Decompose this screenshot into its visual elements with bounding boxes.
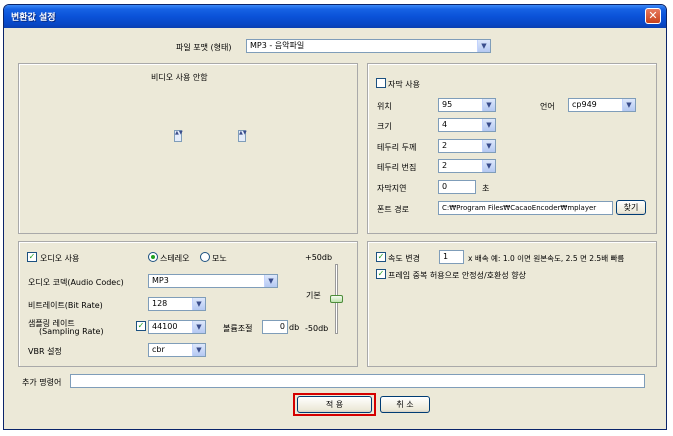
browse-button[interactable]: 찾기 bbox=[616, 200, 646, 215]
language-label: 언어 bbox=[540, 102, 555, 111]
spin-arrows-icon: ▲▼ bbox=[239, 130, 247, 136]
border-blur-select[interactable]: 2 ▼ bbox=[438, 159, 496, 173]
chevron-down-icon: ▼ bbox=[477, 40, 490, 52]
delay-label: 자막지연 bbox=[377, 184, 407, 193]
close-icon: ✕ bbox=[648, 9, 658, 22]
samplerate-checkbox[interactable]: ✓ bbox=[136, 321, 146, 331]
chevron-down-icon: ▼ bbox=[192, 344, 205, 356]
subtitle-enable-checkbox[interactable] bbox=[376, 78, 386, 88]
subtitle-enable-label: 자막 사용 bbox=[388, 80, 420, 89]
video-spinner-1[interactable]: ▲▼ bbox=[174, 130, 183, 142]
cancel-button[interactable]: 취 소 bbox=[380, 396, 430, 413]
apply-button[interactable]: 적 용 bbox=[297, 396, 372, 413]
border-width-value: 2 bbox=[442, 141, 448, 150]
font-path-label: 폰트 경로 bbox=[377, 205, 409, 214]
chevron-down-icon: ▼ bbox=[482, 99, 495, 111]
frame-dup-label: 프레임 중복 허용으로 안정성/호환성 향상 bbox=[388, 271, 526, 280]
codec-label: 오디오 코덱(Audio Codec) bbox=[28, 278, 124, 287]
video-panel: 비디오 사용 안함 ▲▼ ▲▼ bbox=[18, 63, 358, 234]
audio-enable-label: 오디오 사용 bbox=[40, 254, 80, 263]
stereo-radio[interactable] bbox=[148, 252, 158, 262]
volume-unit: db bbox=[289, 323, 300, 332]
position-label: 위치 bbox=[377, 102, 392, 111]
bitrate-select[interactable]: 128 ▼ bbox=[148, 297, 206, 311]
delay-unit: 초 bbox=[482, 184, 490, 193]
audio-enable-checkbox[interactable]: ✓ bbox=[27, 252, 37, 262]
extra-command-input[interactable] bbox=[70, 374, 645, 388]
border-blur-value: 2 bbox=[442, 161, 448, 170]
bitrate-value: 128 bbox=[152, 299, 168, 308]
vbr-select[interactable]: cbr ▼ bbox=[148, 343, 206, 357]
mono-label: 모노 bbox=[212, 254, 227, 263]
chevron-down-icon: ▼ bbox=[482, 119, 495, 131]
border-width-label: 테두리 두께 bbox=[377, 143, 417, 152]
volume-slider-thumb[interactable] bbox=[330, 295, 343, 303]
codec-value: MP3 bbox=[152, 276, 169, 285]
speed-suffix: x 배속 예: 1.0 이면 원본속도, 2.5 면 2.5배 빠름 bbox=[468, 254, 625, 263]
slider-min-label: -50db bbox=[305, 324, 329, 333]
stereo-label: 스테레오 bbox=[160, 254, 190, 263]
language-select[interactable]: cp949 ▼ bbox=[568, 98, 636, 112]
chevron-down-icon: ▼ bbox=[192, 298, 205, 310]
samplerate-value: 44100 bbox=[152, 322, 178, 331]
size-value: 4 bbox=[442, 120, 448, 129]
close-button[interactable]: ✕ bbox=[645, 8, 661, 24]
vbr-value: cbr bbox=[152, 345, 165, 354]
speed-input[interactable]: 1 bbox=[439, 250, 464, 264]
samplerate-sublabel: (Sampling Rate) bbox=[39, 327, 104, 336]
format-select[interactable]: MP3 - 음악파일 ▼ bbox=[246, 39, 491, 53]
chevron-down-icon: ▼ bbox=[482, 140, 495, 152]
bitrate-label: 비트레이트(Bit Rate) bbox=[28, 301, 103, 310]
border-blur-label: 테두리 번짐 bbox=[377, 163, 417, 172]
position-value: 95 bbox=[442, 100, 453, 109]
title-bar[interactable]: 변환값 설정 ✕ bbox=[4, 5, 666, 28]
vbr-label: VBR 설정 bbox=[28, 347, 62, 356]
size-select[interactable]: 4 ▼ bbox=[438, 118, 496, 132]
slider-default-label: 기본 bbox=[306, 291, 321, 300]
position-select[interactable]: 95 ▼ bbox=[438, 98, 496, 112]
chevron-down-icon: ▼ bbox=[192, 321, 205, 333]
settings-dialog: 변환값 설정 ✕ 파일 포맷 (형태) MP3 - 음악파일 ▼ 비디오 사용 … bbox=[3, 4, 667, 430]
frame-dup-checkbox[interactable]: ✓ bbox=[376, 269, 386, 279]
delay-input[interactable]: 0 bbox=[438, 180, 476, 194]
font-path-input[interactable]: C:₩Program Files₩CacaoEncoder₩mplayer bbox=[438, 201, 613, 215]
speed-change-label: 속도 변경 bbox=[388, 254, 420, 263]
audio-panel: ✓ 오디오 사용 스테레오 모노 오디오 코덱(Audio Codec) MP3… bbox=[18, 241, 358, 367]
volume-label: 볼륨조절 bbox=[223, 324, 253, 333]
chevron-down-icon: ▼ bbox=[264, 275, 277, 287]
format-value: MP3 - 음악파일 bbox=[250, 41, 305, 50]
mono-radio[interactable] bbox=[200, 252, 210, 262]
subtitle-panel: 자막 사용 위치 95 ▼ 언어 cp949 ▼ 크기 4 ▼ 테두리 두께 2… bbox=[367, 63, 657, 234]
border-width-select[interactable]: 2 ▼ bbox=[438, 139, 496, 153]
spin-arrows-icon: ▲▼ bbox=[175, 130, 183, 136]
language-value: cp949 bbox=[572, 100, 597, 109]
codec-select[interactable]: MP3 ▼ bbox=[148, 274, 278, 288]
volume-input[interactable]: 0 bbox=[262, 320, 288, 334]
slider-max-label: +50db bbox=[305, 253, 333, 262]
size-label: 크기 bbox=[377, 122, 392, 131]
speed-panel: ✓ 속도 변경 1 x 배속 예: 1.0 이면 원본속도, 2.5 면 2.5… bbox=[367, 241, 657, 367]
video-title: 비디오 사용 안함 bbox=[151, 73, 208, 82]
chevron-down-icon: ▼ bbox=[622, 99, 635, 111]
format-label: 파일 포맷 (형태) bbox=[176, 43, 232, 52]
extra-command-label: 추가 명령어 bbox=[22, 378, 62, 387]
video-spinner-2[interactable]: ▲▼ bbox=[238, 130, 247, 142]
speed-change-checkbox[interactable]: ✓ bbox=[376, 252, 386, 262]
chevron-down-icon: ▼ bbox=[482, 160, 495, 172]
window-title: 변환값 설정 bbox=[11, 13, 56, 23]
samplerate-select[interactable]: 44100 ▼ bbox=[148, 320, 206, 334]
